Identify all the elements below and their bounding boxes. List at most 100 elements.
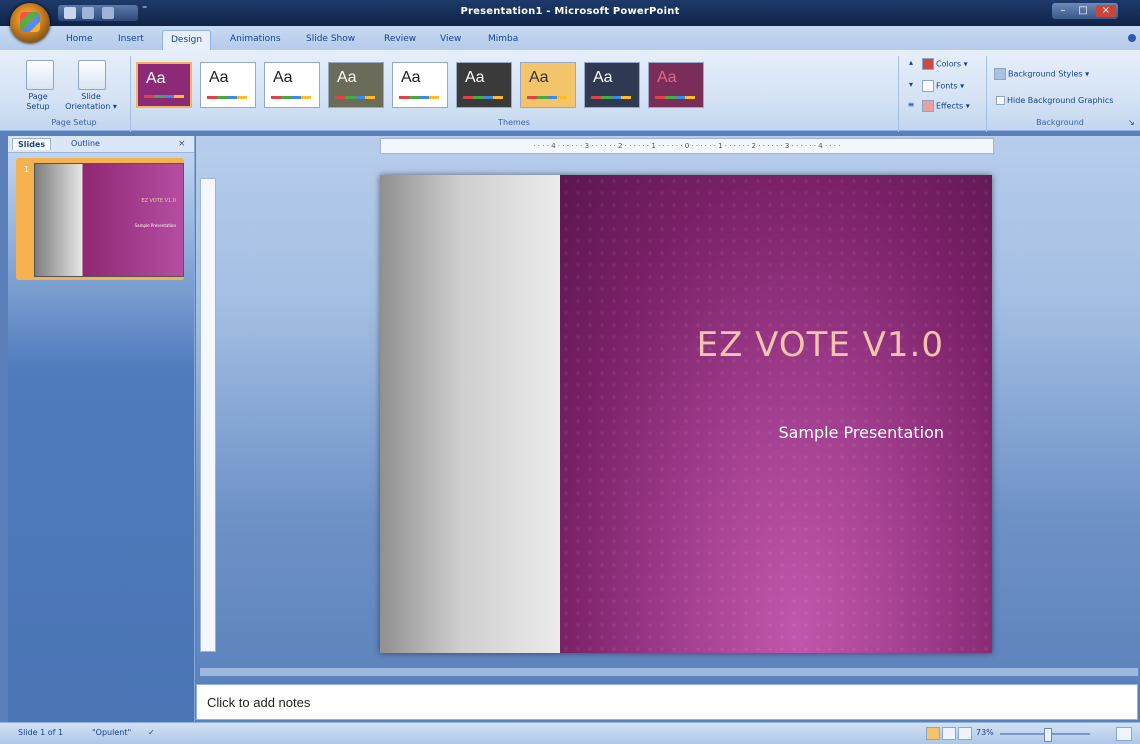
thumbnail-title: EZ VOTE V1.0 [141, 198, 176, 204]
ribbon-separator [898, 56, 899, 132]
slide-number: 1 [24, 165, 30, 174]
slide-orientation-button[interactable]: Slide Orientation ▾ [58, 92, 124, 112]
theme-thumbnail[interactable]: Aa [648, 62, 704, 108]
theme-glyph: Aa [529, 69, 549, 86]
dialog-launcher-icon[interactable]: ↘ [1128, 118, 1135, 127]
theme-color-bar [655, 96, 695, 99]
slide-canvas[interactable]: EZ VOTE V1.0 Sample Presentation [380, 175, 992, 653]
theme-glyph: Aa [146, 70, 166, 87]
effects-icon [922, 100, 934, 112]
notes-pane[interactable]: Click to add notes [196, 684, 1138, 720]
undo-icon[interactable] [82, 7, 94, 19]
tab-view[interactable]: View [440, 34, 461, 44]
save-icon[interactable] [64, 7, 76, 19]
office-button[interactable] [10, 3, 50, 43]
theme-thumbnail[interactable]: Aa [264, 62, 320, 108]
tab-review[interactable]: Review [384, 34, 416, 44]
effects-button[interactable]: Effects ▾ [922, 100, 970, 112]
background-group-label: Background [1036, 118, 1084, 127]
fit-to-window-button[interactable] [1116, 727, 1132, 741]
customize-qat-icon[interactable]: ⁼ [142, 4, 147, 15]
hide-background-graphics-label: Hide Background Graphics [1007, 96, 1114, 105]
theme-glyph: Aa [337, 69, 357, 86]
fonts-label: Fonts ▾ [936, 81, 965, 91]
tab-mimba[interactable]: Mimba [488, 34, 518, 44]
background-styles-icon [994, 68, 1006, 80]
zoom-level[interactable]: 73% [976, 728, 994, 737]
slide-sorter-view-button[interactable] [942, 727, 956, 740]
tab-slides[interactable]: Slides [12, 138, 52, 150]
close-panel-icon[interactable]: × [178, 139, 186, 149]
theme-glyph: Aa [593, 69, 613, 86]
tab-home[interactable]: Home [66, 34, 93, 44]
ruler-marks: · · · · 4 · · · · · · 3 · · · · · · 2 · … [533, 142, 841, 150]
theme-name: "Opulent" [92, 728, 132, 737]
themes-group-label: Themes [498, 118, 530, 127]
theme-thumbnail[interactable]: Aa [456, 62, 512, 108]
tab-outline[interactable]: Outline [66, 138, 105, 149]
office-logo-icon [20, 12, 40, 32]
slide-orientation-icon[interactable] [78, 60, 106, 90]
page-setup-icon[interactable] [26, 60, 54, 90]
theme-thumbnail[interactable]: Aa [136, 62, 192, 108]
maximize-button[interactable]: □ [1074, 5, 1092, 17]
vertical-ruler[interactable] [200, 178, 216, 652]
slide-texture [560, 175, 992, 653]
theme-glyph: Aa [401, 69, 421, 86]
quick-access-toolbar [58, 5, 138, 21]
tab-insert[interactable]: Insert [118, 34, 144, 44]
ribbon-separator [986, 56, 987, 132]
panel-tabs: Slides Outline [8, 136, 194, 153]
theme-thumbnail[interactable]: Aa [392, 62, 448, 108]
theme-glyph: Aa [209, 69, 229, 86]
slide-count: Slide 1 of 1 [18, 728, 64, 737]
zoom-slider-thumb[interactable] [1044, 728, 1052, 742]
spell-check-icon[interactable]: ✓ [148, 728, 155, 737]
theme-thumbnail[interactable]: Aa [520, 62, 576, 108]
colors-button[interactable]: Colors ▾ [922, 58, 968, 70]
gallery-scroll-down-icon[interactable]: ▾ [906, 80, 916, 89]
fonts-icon [922, 80, 934, 92]
theme-thumbnail[interactable]: Aa [200, 62, 256, 108]
tab-slide-show[interactable]: Slide Show [306, 34, 355, 44]
tab-design[interactable]: Design [162, 30, 212, 51]
page-setup-button[interactable]: Page Setup [18, 92, 58, 112]
theme-color-bar [144, 95, 184, 98]
theme-color-bar [335, 96, 375, 99]
gallery-scroll-up-icon[interactable]: ▴ [906, 58, 916, 67]
ribbon-tab-bar: Home Insert Design Animations Slide Show… [0, 26, 1140, 51]
normal-view-button[interactable] [926, 727, 940, 740]
window-title: Presentation1 - Microsoft PowerPoint [460, 6, 680, 17]
colors-label: Colors ▾ [936, 59, 968, 69]
status-bar: Slide 1 of 1 "Opulent" ✓ 73% [0, 722, 1140, 744]
effects-label: Effects ▾ [936, 101, 970, 111]
theme-color-bar [399, 96, 439, 99]
slide-show-view-button[interactable] [958, 727, 972, 740]
fonts-button[interactable]: Fonts ▾ [922, 80, 964, 92]
theme-color-bar [463, 96, 503, 99]
theme-thumbnail[interactable]: Aa [584, 62, 640, 108]
close-button[interactable]: × [1096, 5, 1116, 17]
hide-background-graphics-checkbox[interactable]: Hide Background Graphics [996, 96, 1113, 105]
horizontal-ruler[interactable]: · · · · 4 · · · · · · 3 · · · · · · 2 · … [380, 138, 994, 154]
theme-color-bar [207, 96, 247, 99]
slide-title[interactable]: EZ VOTE V1.0 [580, 323, 944, 367]
page-setup-group-label: Page Setup [51, 118, 97, 127]
theme-color-bar [527, 96, 567, 99]
help-icon[interactable] [1128, 34, 1136, 42]
slide-thumbnail[interactable] [34, 163, 184, 277]
horizontal-scrollbar[interactable] [200, 668, 1138, 676]
slide-subtitle[interactable]: Sample Presentation [580, 423, 944, 442]
tab-animations[interactable]: Animations [230, 34, 281, 44]
theme-color-bar [591, 96, 631, 99]
background-styles-label: Background Styles ▾ [1008, 69, 1090, 79]
theme-glyph: Aa [465, 69, 485, 86]
thumbnail-subtitle: Sample Presentation [134, 223, 176, 228]
notes-placeholder[interactable]: Click to add notes [207, 695, 310, 710]
window-controls: – □ × [1052, 3, 1118, 19]
redo-icon[interactable] [102, 7, 114, 19]
gallery-more-icon[interactable]: ≡ [906, 100, 916, 109]
minimize-button[interactable]: – [1054, 5, 1072, 17]
background-styles-button[interactable]: Background Styles ▾ [994, 68, 1089, 80]
theme-thumbnail[interactable]: Aa [328, 62, 384, 108]
